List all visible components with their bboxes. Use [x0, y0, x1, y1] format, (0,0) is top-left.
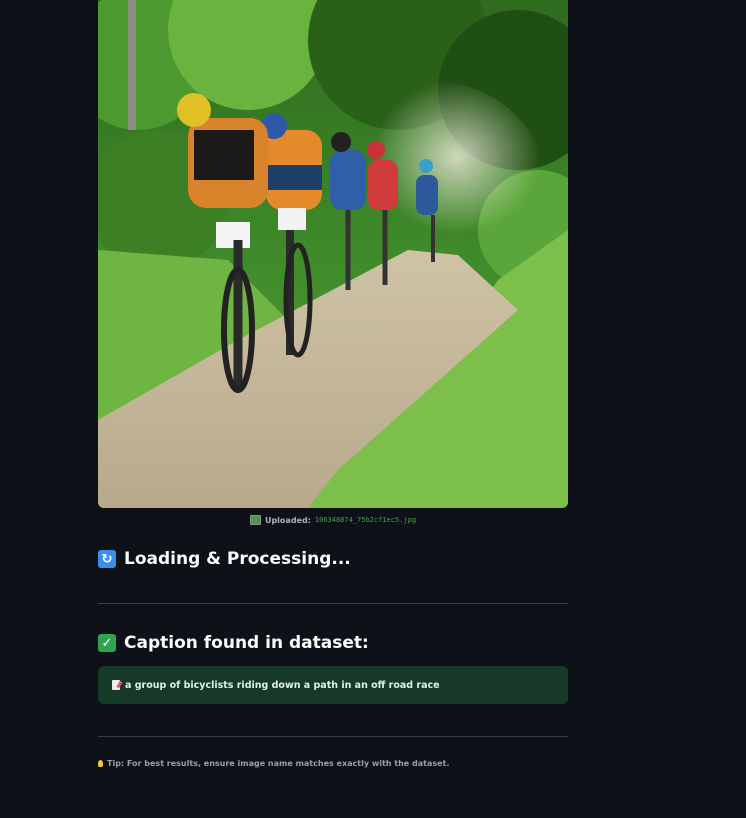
- bulb-icon: [98, 760, 103, 767]
- refresh-icon: ↻: [98, 550, 116, 568]
- uploaded-image: [98, 0, 568, 508]
- divider: [98, 603, 568, 604]
- tip-text: Tip: For best results, ensure image name…: [107, 759, 450, 768]
- upload-caption: Uploaded: 106348874_75b2cf1ec5.jpg: [98, 515, 568, 525]
- check-icon: ✓: [98, 634, 116, 652]
- result-heading: ✓ Caption found in dataset:: [98, 633, 369, 653]
- image-icon: [249, 515, 261, 525]
- caption-success-box: a group of bicyclists riding down a path…: [98, 666, 568, 704]
- result-title: Caption found in dataset:: [124, 633, 369, 653]
- memo-icon: [112, 680, 120, 690]
- tip-text-container: Tip: For best results, ensure image name…: [98, 759, 449, 768]
- caption-text: a group of bicyclists riding down a path…: [125, 679, 440, 691]
- divider: [98, 736, 568, 737]
- upload-filename: 106348874_75b2cf1ec5.jpg: [314, 516, 417, 524]
- loading-title: Loading & Processing...: [124, 549, 351, 569]
- loading-heading: ↻ Loading & Processing...: [98, 549, 351, 569]
- upload-label: Uploaded:: [264, 515, 311, 525]
